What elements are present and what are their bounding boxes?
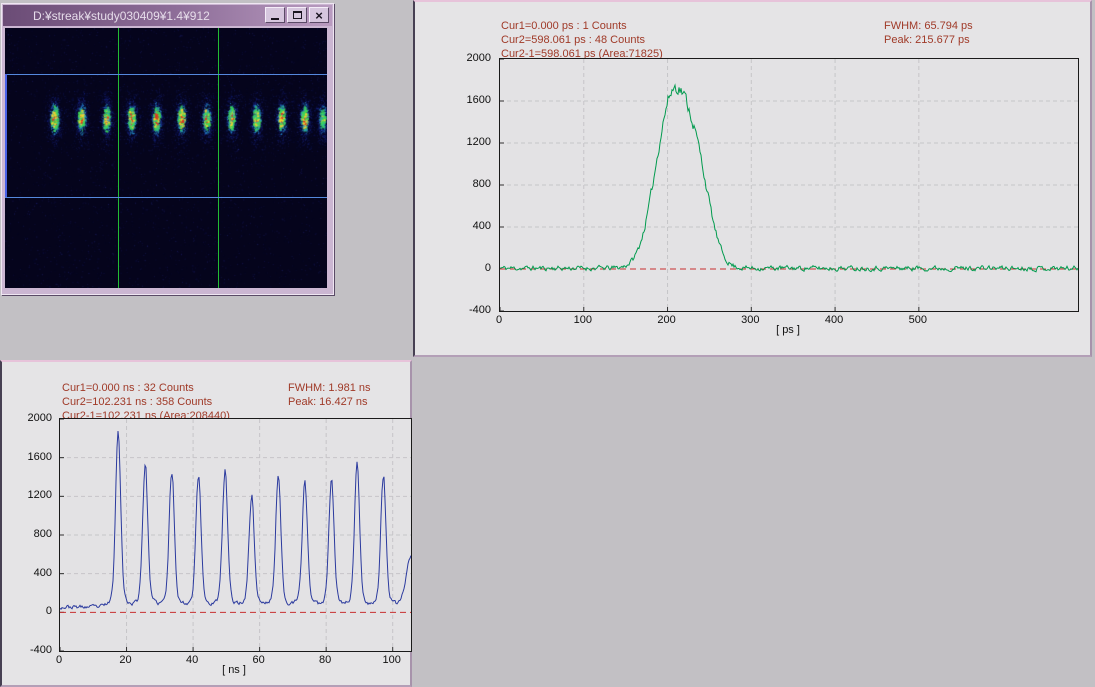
ps-peak-readout: Peak: 215.677 ps [884,34,970,46]
y-tick-label: 400 [472,220,491,232]
x-tick-label: 400 [824,314,844,326]
roi-left-edge-marker[interactable] [5,74,7,197]
window-controls: × [265,7,329,23]
window-title: D:¥streak¥study030409¥1.4¥912 [33,8,210,23]
ps-cur2-readout: Cur2=598.061 ps : 48 Counts [501,34,646,46]
ns-x-axis-unit: [ ns ] [222,664,246,676]
y-tick-label: 1200 [27,489,52,502]
ns-cur1-readout: Cur1=0.000 ns : 32 Counts [62,382,194,394]
x-tick-label: 500 [908,314,928,326]
ps-fwhm-readout: FWHM: 65.794 ps [884,20,973,32]
close-button[interactable]: × [309,7,329,23]
ns-profile-trace [60,419,411,651]
y-tick-label: 400 [33,566,52,579]
x-tick-label: 200 [657,314,676,326]
y-tick-label: 0 [45,605,52,618]
y-tick-label: 2000 [466,52,491,64]
ns-fwhm-readout: FWHM: 1.981 ns [288,382,371,394]
y-tick-label: 1200 [466,136,491,148]
ps-profile-trace [500,59,1078,311]
x-tick-label: 60 [252,654,265,666]
ns-profile-plot [59,418,412,652]
y-tick-label: -400 [468,304,491,316]
ns-y-axis-labels: 2000 1600 1200 800 400 0 -400 [14,412,56,656]
application-screen: D:¥streak¥study030409¥1.4¥912 × Cur1=0.0… [0,0,1095,687]
roi-horizontal-cursor-2[interactable] [5,197,327,198]
y-tick-label: 800 [33,528,52,540]
y-tick-label: 800 [472,178,491,190]
roi-vertical-cursor-2[interactable] [218,28,219,288]
roi-vertical-cursor-1[interactable] [118,28,119,288]
y-tick-label: 0 [484,262,491,274]
ns-peak-readout: Peak: 16.427 ns [288,396,368,408]
y-tick-label: 1600 [466,94,491,106]
y-tick-label: 2000 [27,412,52,424]
y-tick-label: 1600 [27,450,52,463]
roi-horizontal-cursor-1[interactable] [5,74,327,75]
x-tick-label: 80 [319,654,332,666]
ps-x-axis-unit: [ ps ] [776,324,800,336]
y-tick-label: -400 [29,644,52,656]
maximize-icon [292,11,302,19]
streak-image-display [5,28,327,288]
window-titlebar[interactable]: D:¥streak¥study030409¥1.4¥912 × [3,5,332,26]
ns-profile-panel: Cur1=0.000 ns : 32 Counts Cur2=102.231 n… [0,360,412,687]
minimize-icon [271,18,279,20]
minimize-button[interactable] [265,7,285,23]
ns-cur2-readout: Cur2=102.231 ns : 358 Counts [62,396,213,408]
x-tick-label: 100 [382,654,401,666]
x-tick-label: 20 [119,654,132,666]
streak-image-window: D:¥streak¥study030409¥1.4¥912 × [1,3,334,295]
ps-profile-panel: Cur1=0.000 ps : 1 Counts Cur2=598.061 ps… [413,0,1092,357]
maximize-button[interactable] [287,7,307,23]
streak-image [5,28,327,288]
x-tick-label: 40 [185,654,199,666]
ps-cur1-readout: Cur1=0.000 ps : 1 Counts [501,20,627,32]
x-tick-label: 0 [495,314,503,326]
x-tick-label: 100 [573,314,592,326]
x-tick-label: 300 [741,314,760,326]
x-tick-label: 0 [55,654,63,666]
ps-profile-plot [499,58,1079,312]
ps-y-axis-labels: 2000 1600 1200 800 400 0 -400 [453,52,495,316]
close-icon: × [315,7,323,23]
